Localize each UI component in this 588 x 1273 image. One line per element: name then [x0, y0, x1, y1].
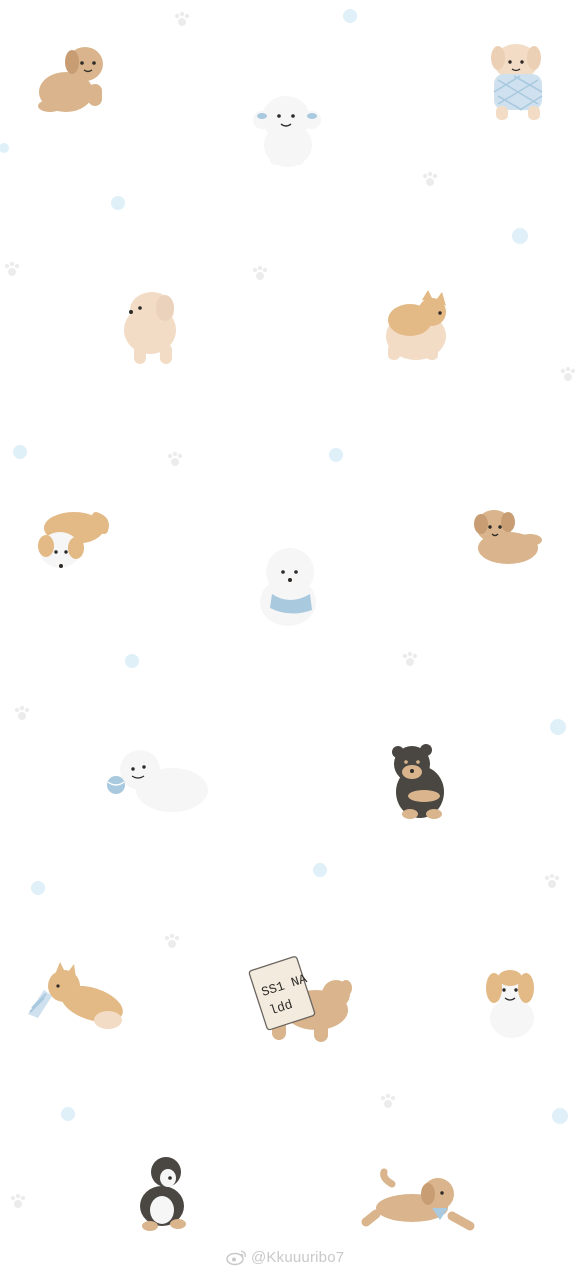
- dog-cream-puppy-blue-sweater: [491, 44, 543, 120]
- dog-white-bichon-blue-bows: [253, 96, 321, 167]
- dog-cream-puppy-side: [124, 292, 176, 364]
- dog-corgi-rear: [386, 290, 446, 360]
- dog-corgi-lying: [38, 512, 109, 568]
- dog-corgi-with-sock: [28, 962, 123, 1029]
- dog-black-tan-puppy: [392, 744, 444, 819]
- dog-tan-poodle-lying: [474, 510, 542, 564]
- dog-beagle-puppy: [486, 970, 534, 1038]
- watermark: @Kkuuuribo7: [226, 1248, 344, 1266]
- watermark-text: @Kkuuuribo7: [251, 1248, 345, 1266]
- dog-tan-poodle-sitting: [38, 47, 103, 112]
- weibo-icon: [226, 1250, 246, 1266]
- dog-white-dog-with-ball: [107, 750, 208, 812]
- dog-pattern-wallpaper: SS1 NA ldd: [0, 9, 576, 1231]
- dog-tricolor-puppy: [140, 1157, 186, 1231]
- dog-white-bichon-blue-scarf: [260, 548, 316, 626]
- dog-tan-dog-with-sign: SS1 NA ldd: [248, 956, 352, 1042]
- dog-tan-puppy-running: [361, 1168, 475, 1231]
